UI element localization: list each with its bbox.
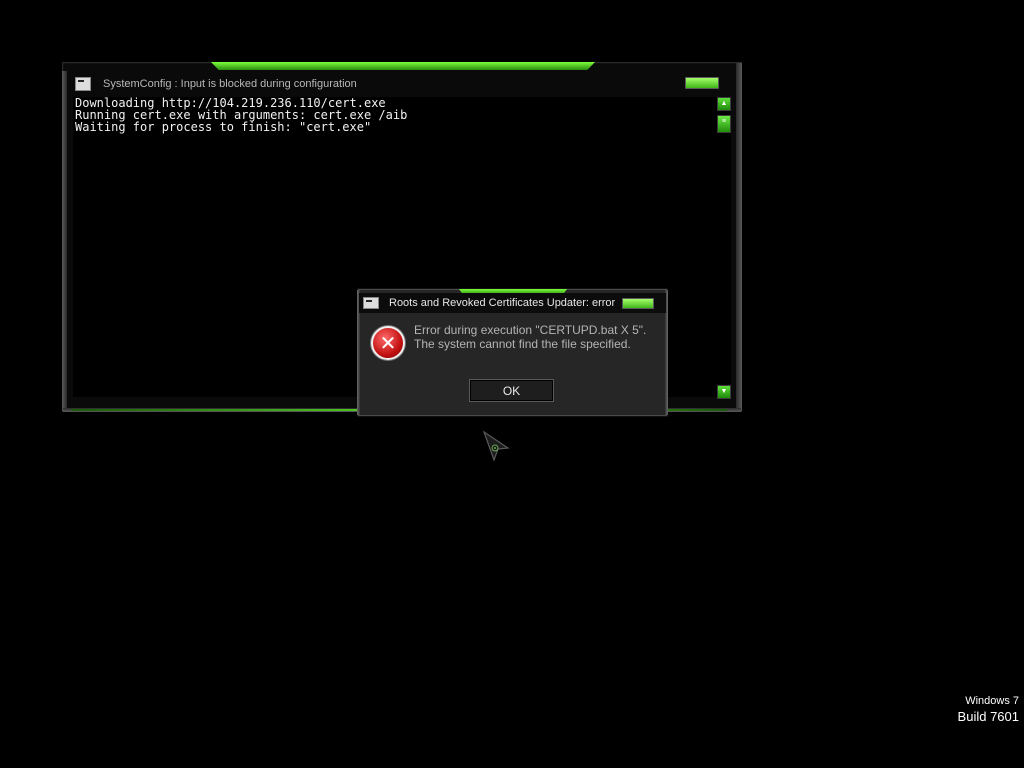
- console-title: SystemConfig : Input is blocked during c…: [103, 78, 357, 90]
- console-titlebar[interactable]: SystemConfig : Input is blocked during c…: [69, 73, 733, 95]
- scroll-up-button[interactable]: ▲: [717, 97, 731, 111]
- dialog-message-line: Error during execution "CERTUPD.bat X 5"…: [414, 323, 647, 337]
- dialog-titlebar[interactable]: Roots and Revoked Certificates Updater: …: [359, 293, 666, 313]
- dialog-message: Error during execution "CERTUPD.bat X 5"…: [414, 323, 654, 351]
- os-build: Build 7601: [957, 709, 1019, 724]
- windows-watermark: Windows 7 Build 7601: [958, 694, 1019, 726]
- title-accent: [211, 62, 595, 70]
- window-frame-right: [736, 63, 742, 411]
- os-name: Windows 7: [965, 695, 1019, 707]
- minimize-button[interactable]: [685, 77, 719, 89]
- scroll-thumb[interactable]: ≡: [717, 115, 731, 133]
- dialog-minimize-button[interactable]: [622, 298, 654, 309]
- console-line: Waiting for process to finish: "cert.exe…: [75, 120, 372, 134]
- vertical-scrollbar[interactable]: ▲ ≡ ▼: [717, 97, 731, 399]
- error-icon: ✕: [371, 326, 405, 360]
- scroll-down-button[interactable]: ▼: [717, 385, 731, 399]
- ok-button[interactable]: OK: [469, 379, 554, 402]
- dialog-message-line: The system cannot find the file specifie…: [414, 337, 631, 351]
- dialog-app-icon[interactable]: [363, 297, 379, 309]
- window-frame-left: [62, 71, 67, 411]
- console-app-icon[interactable]: [75, 77, 91, 91]
- error-dialog: Roots and Revoked Certificates Updater: …: [357, 289, 668, 416]
- dialog-title: Roots and Revoked Certificates Updater: …: [389, 297, 616, 309]
- mouse-cursor-icon: [482, 430, 510, 462]
- console-output: Downloading http://104.219.236.110/cert.…: [75, 97, 407, 133]
